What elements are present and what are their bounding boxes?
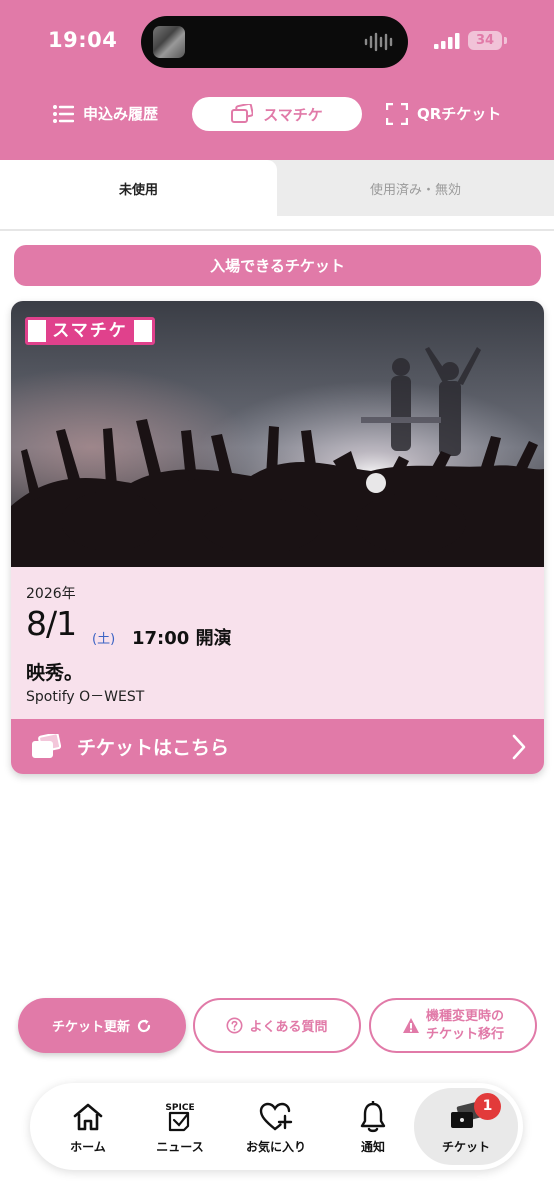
tab-favorites-label: お気に入り xyxy=(245,1140,306,1154)
event-start-time: 17:00 開演 xyxy=(132,628,232,649)
event-info: 2026年 8/1 (土) 17:00 開演 映秀。 Spotify O－WES… xyxy=(11,567,544,719)
app-header: 19:04 34 申込み履歴 スマチケ QRチケット xyxy=(0,0,554,160)
tab-unused[interactable]: 未使用 xyxy=(0,160,277,216)
nav-qr-ticket[interactable]: QRチケット xyxy=(386,96,501,131)
warning-icon xyxy=(402,1018,419,1033)
tabs-divider xyxy=(0,229,554,231)
event-venue: Spotify O－WEST xyxy=(26,689,145,705)
heart-plus-icon xyxy=(259,1102,293,1131)
tab-home-label: ホーム xyxy=(70,1140,106,1154)
ticket-refresh-button[interactable]: チケット更新 xyxy=(18,998,186,1053)
refresh-icon xyxy=(137,1019,151,1032)
device-change-transfer-button[interactable]: 機種変更時の チケット移行 xyxy=(369,998,537,1053)
tab-news-label: ニュース xyxy=(156,1140,204,1154)
house-icon xyxy=(73,1103,103,1131)
event-weekday: (土) xyxy=(92,632,116,647)
status-time: 19:04 xyxy=(48,28,118,52)
event-date: 8/1 xyxy=(26,604,77,643)
tab-favorites[interactable]: お気に入り xyxy=(230,1083,322,1170)
now-playing-artwork xyxy=(153,26,185,58)
question-circle-icon xyxy=(226,1017,243,1034)
open-ticket-button[interactable]: チケットはこちら xyxy=(11,719,544,774)
smachike-logo: スマチケ xyxy=(25,317,155,345)
tab-notifications[interactable]: 通知 xyxy=(327,1083,419,1170)
battery-tip xyxy=(504,37,507,44)
migrate-label-line2: チケット移行 xyxy=(425,1026,504,1042)
section-header-available-tickets: 入場できるチケット xyxy=(14,245,541,286)
nav-application-history[interactable]: 申込み履歴 xyxy=(52,96,158,131)
ticket-card[interactable]: スマチケ 2026年 8/1 (土) 17:00 開演 映秀。 Spotify … xyxy=(11,301,544,774)
bottom-tab-bar: ホーム SPICE ニュース お気に入り 通知 チケット xyxy=(30,1083,523,1170)
tab-notifications-label: 通知 xyxy=(360,1140,385,1154)
migrate-label-line1: 機種変更時の xyxy=(425,1008,504,1024)
qr-frame-icon xyxy=(386,102,408,125)
tickets-icon xyxy=(32,733,61,758)
tab-home[interactable]: ホーム xyxy=(42,1083,134,1170)
chevron-right-icon xyxy=(512,734,526,760)
tab-used-invalid[interactable]: 使用済み・無効 xyxy=(277,160,554,216)
faq-label: よくある質問 xyxy=(249,1020,328,1035)
tab-tickets-label: チケット xyxy=(441,1140,490,1154)
list-icon xyxy=(53,104,74,123)
battery-indicator: 34 xyxy=(468,31,502,50)
faq-button[interactable]: よくある質問 xyxy=(193,998,361,1053)
event-title: 映秀。 xyxy=(26,662,84,684)
logo-text: スマチケ xyxy=(46,320,134,342)
tab-tickets[interactable]: チケット xyxy=(420,1083,512,1170)
bell-icon xyxy=(360,1101,386,1133)
nav-history-label: 申込み履歴 xyxy=(83,105,159,123)
tab-news[interactable]: SPICE ニュース xyxy=(134,1083,226,1170)
nav-qr-label: QRチケット xyxy=(417,105,502,123)
spice-logo-text: SPICE xyxy=(165,1103,194,1113)
migrate-label: 機種変更時の チケット移行 xyxy=(426,1008,504,1044)
event-year: 2026年 xyxy=(26,586,76,602)
nav-smachike-label: スマチケ xyxy=(263,105,323,124)
nav-smachike-active[interactable]: スマチケ xyxy=(192,97,362,131)
audio-wave-icon xyxy=(364,32,393,52)
open-ticket-label: チケットはこちら xyxy=(77,737,230,759)
spice-news-icon: SPICE xyxy=(165,1103,195,1132)
tickets-badge: 1 xyxy=(474,1093,501,1120)
signal-icon xyxy=(434,33,460,49)
ticket-status-tabs: 未使用 使用済み・無効 xyxy=(0,160,554,216)
dynamic-island xyxy=(141,16,408,68)
refresh-label: チケット更新 xyxy=(51,1020,130,1035)
tickets-icon xyxy=(231,104,254,123)
